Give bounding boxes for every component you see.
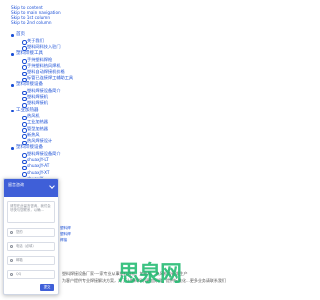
nav-subitem-label[interactable]: shuaxJY-XT bbox=[27, 170, 50, 176]
phone-placeholder: 电话（必填） bbox=[16, 243, 36, 248]
mail-icon bbox=[10, 259, 13, 262]
chat-title: 留言咨询 bbox=[8, 182, 24, 187]
nav-label[interactable]: 塑料焊接工具 bbox=[16, 51, 43, 56]
nav-subitem[interactable]: 手持塑料热风焊机 bbox=[22, 63, 131, 70]
chat-body: 请您在此留言咨询，我们会尽快与您联系，以确... 您的 电话（必填） 邮箱 QQ bbox=[4, 197, 58, 283]
nav-subitem-label[interactable]: 塑料焊接机 bbox=[27, 101, 48, 106]
nav-subitem[interactable]: 管型加热器 bbox=[22, 126, 131, 133]
bg-fragment[interactable]: 塑料焊 bbox=[60, 232, 71, 236]
nav-subitem[interactable]: 塑料网科技入驻门 bbox=[22, 44, 131, 51]
skip-links: Skip to content Skip to main navigation … bbox=[11, 5, 61, 25]
email-field[interactable]: 邮箱 bbox=[7, 256, 55, 265]
message-textarea[interactable]: 请您在此留言咨询，我们会尽快与您联系，以确... bbox=[7, 201, 55, 223]
nav-subitem[interactable]: 标管已连接焊工辅助工具 bbox=[22, 75, 131, 83]
nav-item-heaters[interactable]: 工业加热器 热风机 工业加热器 管型加热器 新热风 热风焊接设计 bbox=[11, 108, 131, 145]
chat-header[interactable]: 留言咨询 bbox=[4, 179, 58, 197]
nav-subitem-label[interactable]: 塑料焊接设备简介 bbox=[27, 151, 61, 157]
nav-subitem-label[interactable]: 新热风 bbox=[27, 132, 40, 138]
nav-subitem-label[interactable]: shuaxJY-LT bbox=[27, 157, 49, 163]
bg-fragment[interactable]: 塑料焊 bbox=[60, 226, 71, 230]
message-chat-widget: 留言咨询 请您在此留言咨询，我们会尽快与您联系，以确... 您的 电话（必填） … bbox=[3, 178, 59, 295]
skip-to-2nd-column-link[interactable]: Skip to 2nd column bbox=[11, 20, 61, 25]
qq-field[interactable]: QQ bbox=[7, 270, 55, 279]
nav-subitem-label[interactable]: 塑料网科技入驻门 bbox=[27, 44, 61, 50]
nav-subitem[interactable]: shuaxJY-AT bbox=[22, 163, 131, 171]
nav-label[interactable]: 塑料焊接设备 bbox=[16, 82, 43, 87]
nav-subitem[interactable]: 关于我们 bbox=[22, 38, 131, 45]
nav-subitem[interactable]: shuaxJY-XT bbox=[22, 170, 131, 177]
nav-subitem-label[interactable]: 关于我们 bbox=[27, 38, 44, 44]
qq-placeholder: QQ bbox=[16, 271, 22, 276]
nav-subitem-label[interactable]: 标管已连接焊工辅助工具 bbox=[27, 75, 73, 81]
nav-item-home[interactable]: 首页 关于我们 塑料网科技入驻门 bbox=[11, 32, 131, 51]
nav-subitem-label[interactable]: 管型加热器 bbox=[27, 126, 48, 132]
phone-field[interactable]: 电话（必填） bbox=[7, 242, 55, 251]
name-field[interactable]: 您的 bbox=[7, 228, 55, 237]
nav-subitem[interactable]: 塑料焊接机 bbox=[22, 101, 131, 108]
phone-icon bbox=[10, 245, 13, 248]
chat-icon bbox=[10, 273, 13, 276]
nav-label[interactable]: 塑料焊接设备 bbox=[16, 145, 43, 150]
nav-subitem-label[interactable]: 热风焊接设计 bbox=[27, 138, 52, 144]
email-placeholder: 邮箱 bbox=[16, 257, 23, 262]
nav-item-equipment[interactable]: 塑料焊接设备 塑料焊接设备简介 塑料焊接机 塑料焊接机 bbox=[11, 82, 131, 108]
nav-subitem-label[interactable]: 工业加热器 bbox=[27, 120, 48, 125]
nav-subitem[interactable]: 新热风 bbox=[22, 132, 131, 139]
chevron-down-icon[interactable] bbox=[49, 183, 55, 189]
nav-subitem[interactable]: 工业加热器 bbox=[22, 120, 131, 127]
bg-fragment[interactable]: 焊接 bbox=[60, 238, 67, 242]
name-placeholder: 您的 bbox=[16, 229, 23, 234]
main-navigation: 首页 关于我们 塑料网科技入驻门 塑料焊接工具 手持塑料焊枪 手持塑料热风焊机 … bbox=[11, 32, 131, 183]
nav-subitem-label[interactable]: shuaxJY-AT bbox=[27, 163, 49, 169]
nav-subitem-label[interactable]: 手持塑料焊枪 bbox=[27, 57, 52, 63]
submit-button[interactable]: 提交 bbox=[40, 284, 54, 291]
nav-label[interactable]: 首页 bbox=[16, 32, 25, 37]
nav-item-tools[interactable]: 塑料焊接工具 手持塑料焊枪 手持塑料热风焊机 塑料自动焊接机价格 标管已连接焊工… bbox=[11, 51, 131, 83]
nav-subitem[interactable]: 热风焊接设计 bbox=[22, 138, 131, 145]
nav-subitem-label[interactable]: 手持塑料热风焊机 bbox=[27, 63, 61, 69]
watermark-logo: 思泉网 bbox=[118, 262, 182, 287]
nav-subitem[interactable]: 手持塑料焊枪 bbox=[22, 57, 131, 64]
person-icon bbox=[10, 231, 13, 234]
nav-subitem[interactable]: 塑料焊接设备简介 bbox=[22, 151, 131, 158]
nav-item-equipment-2[interactable]: 塑料焊接设备 塑料焊接设备简介 shuaxJY-LT shuaxJY-AT sh… bbox=[11, 145, 131, 183]
nav-subitem[interactable]: shuaxJY-LT bbox=[22, 157, 131, 164]
